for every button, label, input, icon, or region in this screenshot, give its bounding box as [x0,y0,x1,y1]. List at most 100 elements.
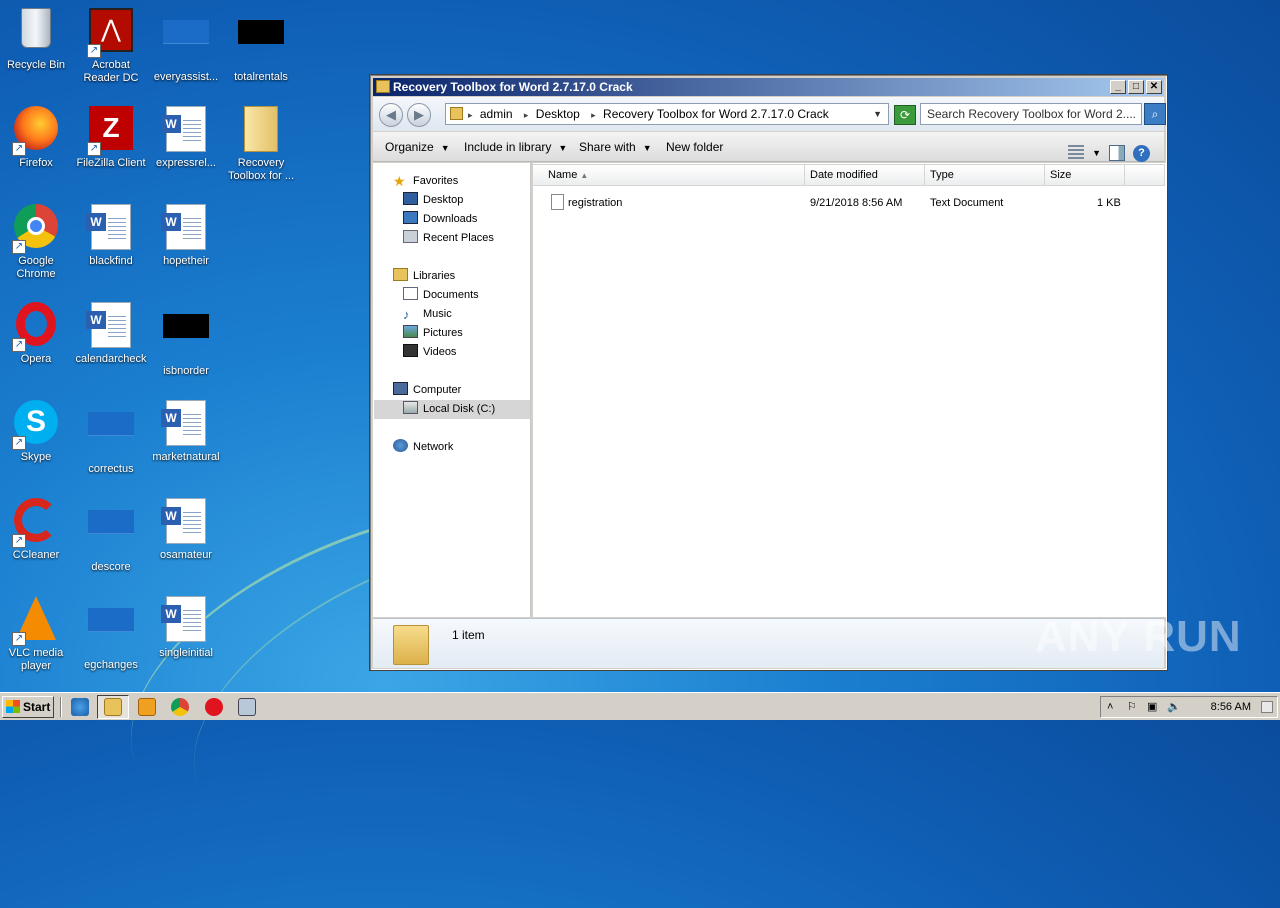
title-bar[interactable]: Recovery Toolbox for Word 2.7.17.0 Crack… [373,78,1164,96]
chevron-down-icon[interactable]: ▼ [873,104,882,124]
downloads-icon [403,211,418,224]
minimize-button[interactable]: _ [1110,80,1126,94]
file-size: 1 KB [1097,197,1121,209]
shortcut-arrow-icon: ↗ [12,534,26,548]
desktop-icon-expressrel[interactable]: expressrel... [148,102,224,192]
desktop-icon-acrobat[interactable]: ⋀ ↗ Acrobat Reader DC [73,4,149,94]
desktop-icon-egchanges[interactable]: egchanges [73,592,149,682]
acrobat-icon: ⋀ ↗ [87,8,135,58]
chrome-icon: ↗ [12,204,60,254]
column-header-size[interactable]: Size [1045,164,1125,186]
column-header-type[interactable]: Type [925,164,1045,186]
desktop-icon-chrome[interactable]: ↗ Google Chrome [0,200,74,290]
start-button[interactable]: Start [2,696,54,718]
nav-libraries[interactable]: Libraries [393,267,455,286]
nav-favorites[interactable]: ★ Favorites [393,172,458,191]
desktop-icon-isbnorder[interactable]: isbnorder [148,298,224,388]
column-header-name[interactable]: Name ▲ [533,164,805,186]
close-button[interactable]: ✕ [1146,80,1162,94]
nav-downloads[interactable]: Downloads [403,210,477,229]
nav-videos[interactable]: Videos [403,343,456,362]
explorer-window[interactable]: Recovery Toolbox for Word 2.7.17.0 Crack… [369,74,1168,671]
application-icon[interactable] [238,698,256,716]
desktop-icon-skype[interactable]: S ↗ Skype [0,396,74,486]
breadcrumb-current-folder[interactable]: Recovery Toolbox for Word 2.7.17.0 Crack [603,104,829,124]
view-options-icon[interactable] [1068,145,1085,161]
desktop-icon-descore[interactable]: descore [73,494,149,584]
desktop-icon-marketnatural[interactable]: marketnatural [148,396,224,486]
desktop-icon-recycle-bin[interactable]: Recycle Bin [0,4,74,94]
clock[interactable]: 8:56 AM [1211,697,1251,717]
file-date-modified: 9/21/2018 8:56 AM [810,197,903,209]
nav-network[interactable]: Network [393,438,453,457]
opera-icon: ↗ [12,302,60,352]
desktop-icon-singleinitial[interactable]: singleinitial [148,592,224,682]
explorer-icon[interactable] [104,698,122,716]
opera-icon[interactable] [205,698,223,716]
refresh-button[interactable]: ⟳ [894,105,916,125]
desktop-icon-filezilla[interactable]: Z ↗ FileZilla Client [73,102,149,192]
chevron-right-icon: ▸ [468,110,473,120]
desktop-icon-ccleaner[interactable]: ↗ CCleaner [0,494,74,584]
column-header-date-modified[interactable]: Date modified [805,164,925,186]
new-folder-button[interactable]: New folder [666,132,723,162]
nav-desktop[interactable]: Desktop [403,191,463,210]
nav-music[interactable]: ♪ Music [403,305,452,324]
item-count: 1 item [452,628,485,642]
back-button[interactable]: ◀ [379,103,403,127]
desktop-icon-recovery-toolbox-folder[interactable]: Recovery Toolbox for ... [223,102,299,192]
vlc-icon: ↗ [12,596,60,646]
maximize-button[interactable]: □ [1128,80,1144,94]
volume-icon[interactable]: 🔈 [1167,697,1181,717]
desktop-icon-vlc[interactable]: ↗ VLC media player [0,592,74,682]
network-icon[interactable]: ▣ [1147,697,1157,717]
breadcrumb-desktop[interactable]: Desktop [536,104,580,124]
network-icon [393,439,408,452]
libraries-icon [393,268,408,281]
nav-documents[interactable]: Documents [403,286,479,305]
folder-icon [376,80,390,93]
help-icon[interactable]: ? [1133,144,1150,162]
desktop-icon-calendarcheck[interactable]: calendarcheck [73,298,149,388]
address-bar[interactable]: ▸ admin ▸ Desktop ▸ Recovery Toolbox for… [445,103,889,125]
file-name: registration [568,197,623,209]
desktop-icon-opera[interactable]: ↗ Opera [0,298,74,388]
desktop-icon-osamateur[interactable]: osamateur [148,494,224,584]
share-with-menu[interactable]: Share with ▼ [579,132,652,163]
internet-explorer-icon[interactable] [71,698,89,716]
shortcut-arrow-icon: ↗ [12,240,26,254]
system-tray: ˄ ⚐ ▣ 🔈 8:56 AM [1100,696,1278,718]
chevron-up-icon[interactable]: ˄ [1107,697,1113,717]
organize-menu[interactable]: Organize ▼ [385,132,450,163]
desktop-icon-totalrentals[interactable]: totalrentals [223,4,299,94]
desktop-icon-hopetheir[interactable]: hopetheir [148,200,224,290]
taskbar: Start ˄ ⚐ ▣ 🔈 8:56 AM [0,692,1280,720]
show-desktop-button[interactable] [1261,701,1273,713]
table-row[interactable]: registration [551,193,622,213]
media-player-icon[interactable] [138,698,156,716]
desktop-icon-firefox[interactable]: ↗ Firefox [0,102,74,192]
nav-recent-places[interactable]: Recent Places [403,229,494,248]
desktop-icon-everyassist[interactable]: everyassist... [148,4,224,94]
recycle-bin-icon [12,8,60,56]
windows-logo-icon [6,700,20,713]
search-icon[interactable]: ⌕ [1144,103,1166,125]
desktop-icon-correctus[interactable]: correctus [73,396,149,486]
include-in-library-menu[interactable]: Include in library ▼ [464,132,567,163]
chrome-icon[interactable] [171,698,189,716]
music-icon: ♪ [403,307,410,322]
breadcrumb-admin[interactable]: admin [480,104,513,124]
word-document-icon [86,302,135,350]
nav-local-disk[interactable]: Local Disk (C:) [403,400,495,419]
shortcut-arrow-icon: ↗ [12,632,26,646]
nav-pictures[interactable]: Pictures [403,324,463,343]
chevron-down-icon: ▼ [440,143,450,153]
nav-computer[interactable]: Computer [393,381,461,400]
search-input[interactable]: Search Recovery Toolbox for Word 2.... [920,103,1142,125]
desktop-icon-blackfind[interactable]: blackfind [73,200,149,290]
forward-button[interactable]: ▶ [407,103,431,127]
window-title: Recovery Toolbox for Word 2.7.17.0 Crack [393,80,633,94]
word-document-icon [86,204,135,252]
flag-icon[interactable]: ⚐ [1127,697,1137,717]
preview-pane-icon[interactable] [1109,145,1125,161]
